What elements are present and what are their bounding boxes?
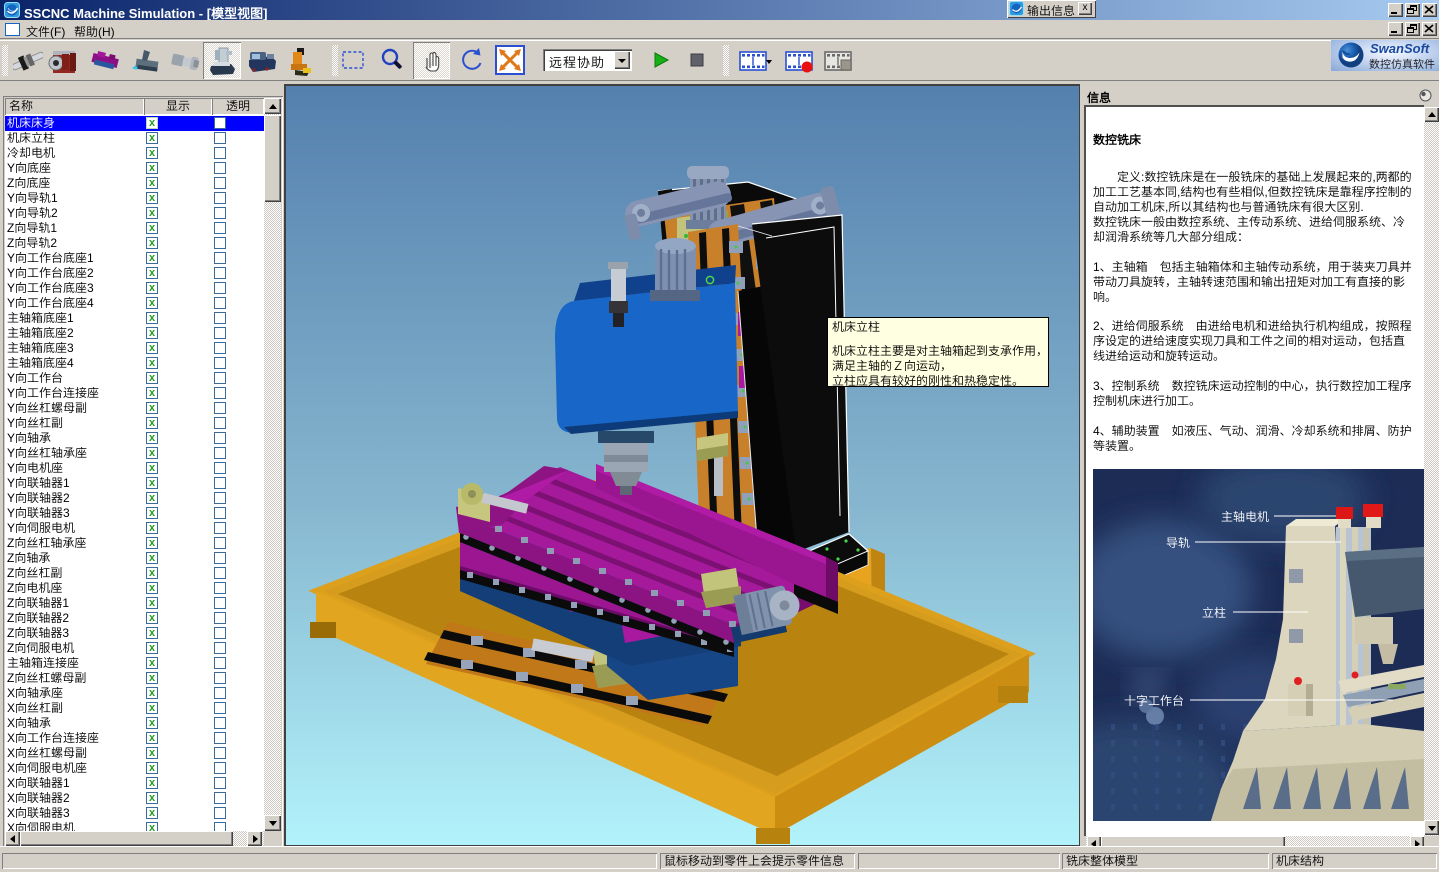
svg-text:导轨: 导轨 — [1166, 534, 1190, 551]
svg-text:主轴电机: 主轴电机 — [1221, 508, 1269, 525]
svg-text:十字工作台: 十字工作台 — [1124, 692, 1184, 709]
svg-text:立柱: 立柱 — [1202, 604, 1226, 621]
